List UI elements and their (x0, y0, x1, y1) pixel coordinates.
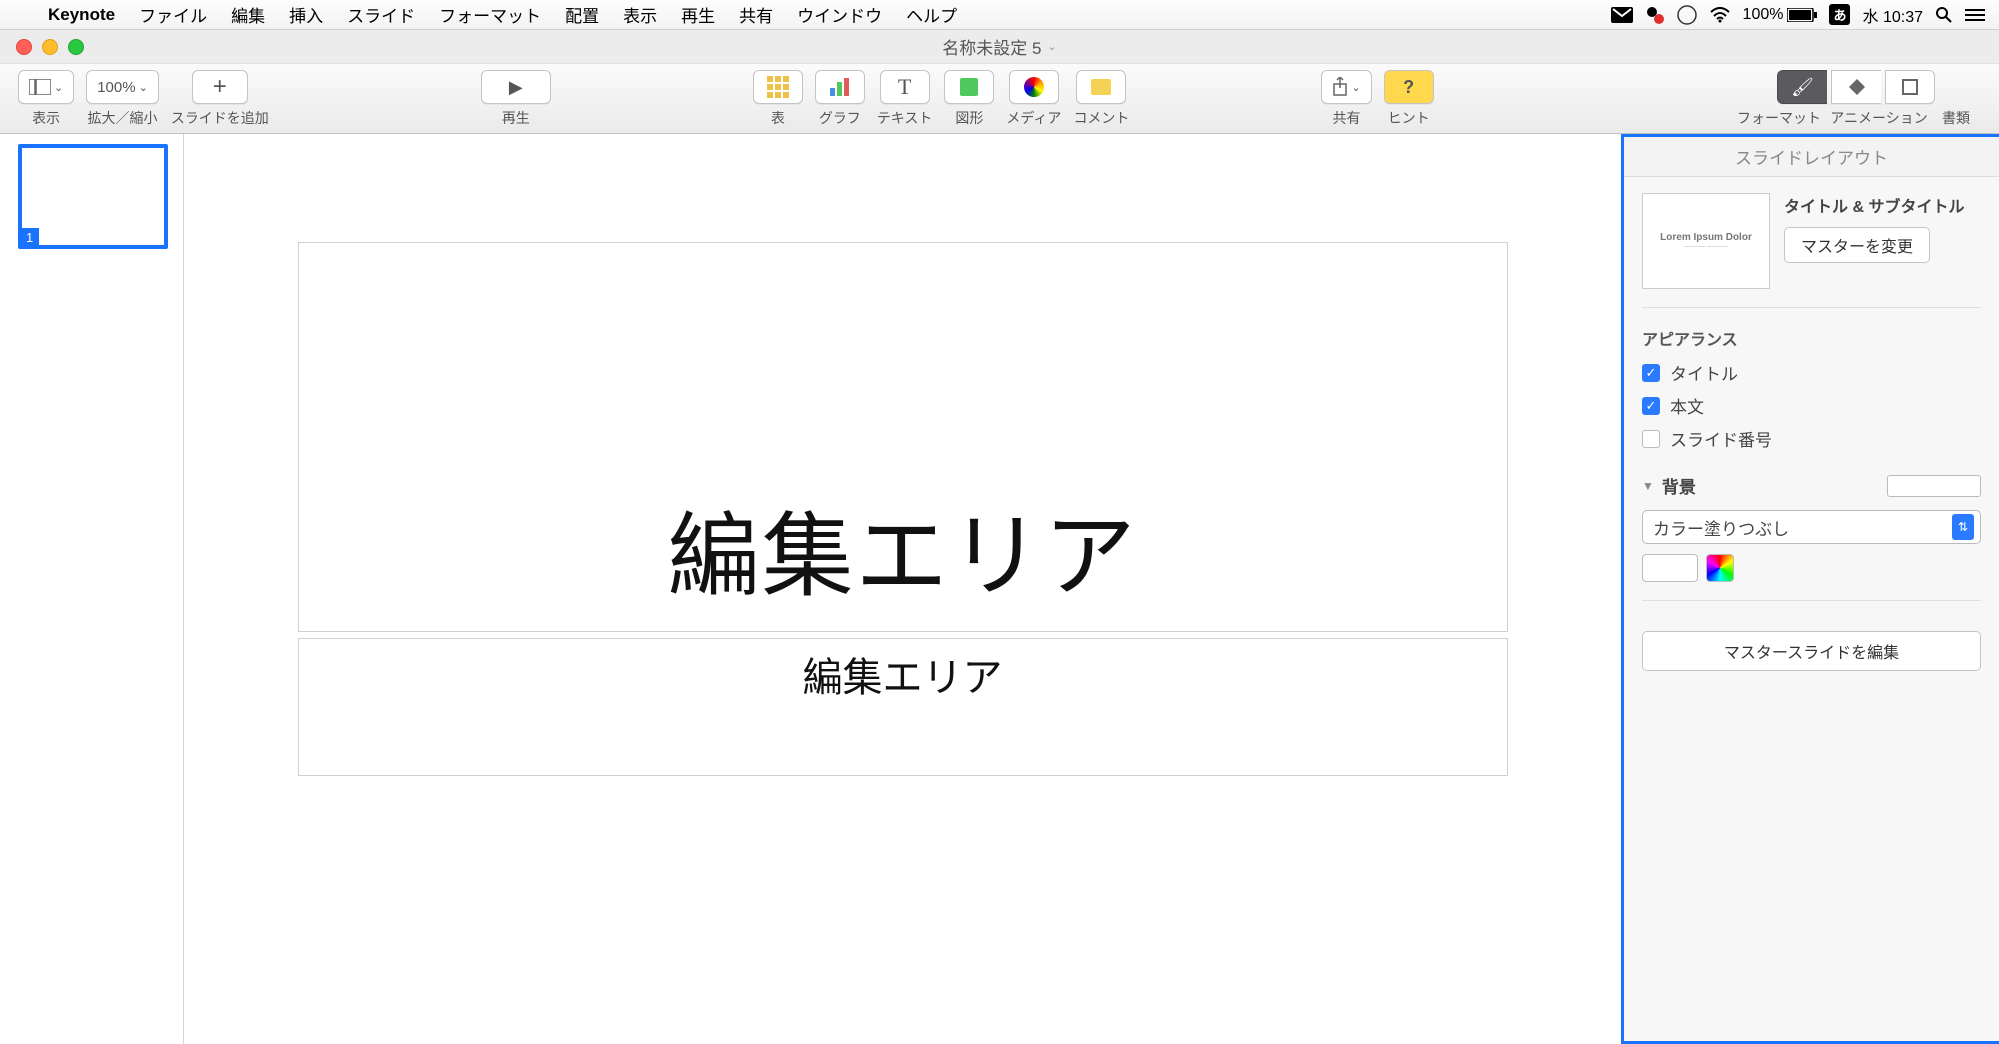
menu-help[interactable]: ヘルプ (894, 2, 969, 27)
gmail-icon[interactable] (1611, 7, 1633, 23)
play-button[interactable]: ▶ (481, 70, 551, 104)
format-inspector: スライドレイアウト Lorem Ipsum Dolor ——— ——— タイトル… (1621, 134, 1999, 1044)
menu-slide[interactable]: スライド (335, 2, 427, 27)
safari-icon[interactable] (1677, 5, 1697, 25)
shape-button[interactable] (944, 70, 994, 104)
menu-share[interactable]: 共有 (727, 2, 785, 27)
table-label: 表 (771, 108, 785, 128)
body-checkbox-label: 本文 (1670, 393, 1704, 418)
slide[interactable]: 編集エリア 編集エリア (298, 162, 1508, 842)
animation-label: アニメーション (1827, 108, 1931, 128)
chevron-down-icon: ⌄ (1047, 40, 1056, 53)
window-titlebar: 名称未設定 5⌄ (0, 30, 1999, 64)
menu-format[interactable]: フォーマット (427, 2, 553, 27)
menu-view[interactable]: 表示 (611, 2, 669, 27)
format-label: フォーマット (1731, 108, 1827, 128)
add-slide-button[interactable]: + (192, 70, 248, 104)
slide-number-checkbox-label: スライド番号 (1670, 426, 1772, 451)
fill-type-value: カラー塗りつぶし (1653, 515, 1789, 540)
background-swatch[interactable] (1887, 475, 1981, 497)
minimize-window-button[interactable] (42, 39, 58, 55)
title-text: 編集エリア (667, 482, 1137, 615)
mac-menubar: Keynote ファイル 編集 挿入 スライド フォーマット 配置 表示 再生 … (0, 0, 1999, 30)
layout-name: タイトル & サブタイトル (1784, 193, 1981, 217)
menu-play[interactable]: 再生 (669, 2, 727, 27)
wifi-icon[interactable] (1709, 7, 1731, 23)
toolbar: ⌄ 表示 100%⌄ 拡大／縮小 + スライドを追加 ▶ 再生 表 グラフ T … (0, 64, 1999, 134)
layout-thumbnail: Lorem Ipsum Dolor ——— ——— (1642, 193, 1770, 289)
slide-number: 1 (20, 228, 39, 247)
menu-arrange[interactable]: 配置 (553, 2, 611, 27)
battery-status[interactable]: 100% (1743, 6, 1818, 24)
document-tab[interactable] (1885, 70, 1935, 104)
text-label: テキスト (877, 108, 933, 128)
menu-file[interactable]: ファイル (127, 2, 219, 27)
media-button[interactable] (1009, 70, 1059, 104)
fill-type-select[interactable]: カラー塗りつぶし ⇅ (1642, 510, 1981, 544)
slide-number-checkbox[interactable] (1642, 430, 1660, 448)
chart-icon (830, 78, 849, 96)
media-label: メディア (1006, 108, 1061, 128)
title-placeholder[interactable]: 編集エリア (298, 242, 1508, 632)
add-slide-label: スライドを追加 (171, 108, 269, 128)
media-icon (1024, 77, 1044, 97)
subtitle-placeholder[interactable]: 編集エリア (298, 638, 1508, 776)
paintbrush-icon: 🖌 (1791, 77, 1814, 98)
slide-navigator: 1 (0, 134, 184, 1044)
menubar-clock[interactable]: 水 10:37 (1862, 3, 1923, 27)
view-button[interactable]: ⌄ (18, 70, 74, 104)
panel-header: スライドレイアウト (1624, 137, 1999, 177)
comment-button[interactable] (1076, 70, 1126, 104)
color-wheel-button[interactable] (1706, 554, 1734, 582)
title-checkbox[interactable]: ✓ (1642, 364, 1660, 382)
hint-label: ヒント (1388, 108, 1430, 128)
format-tab[interactable]: 🖌 (1777, 70, 1827, 104)
disclosure-triangle-icon[interactable]: ▼ (1642, 479, 1654, 493)
text-button[interactable]: T (880, 70, 930, 104)
menu-list-icon[interactable] (1965, 8, 1985, 22)
menu-insert[interactable]: 挿入 (277, 2, 335, 27)
menu-window[interactable]: ウインドウ (785, 2, 894, 27)
table-button[interactable] (753, 70, 803, 104)
zoom-label: 拡大／縮小 (88, 108, 158, 128)
comment-label: コメント (1073, 108, 1129, 128)
play-label: 再生 (502, 108, 530, 128)
chart-button[interactable] (815, 70, 865, 104)
subtitle-text: 編集エリア (803, 645, 1003, 703)
appearance-section: アピアランス (1642, 326, 1981, 350)
comment-icon (1091, 79, 1111, 95)
edit-master-slide-button[interactable]: マスタースライドを編集 (1642, 631, 1981, 671)
table-icon (767, 76, 789, 98)
animation-tab[interactable] (1831, 70, 1881, 104)
title-checkbox-label: タイトル (1670, 360, 1738, 385)
document-label: 書類 (1931, 108, 1981, 128)
hint-button[interactable]: ? (1384, 70, 1434, 104)
battery-percent: 100% (1743, 6, 1784, 24)
app-menu[interactable]: Keynote (36, 5, 127, 25)
share-button[interactable]: ⌄ (1321, 70, 1371, 104)
background-section: 背景 (1662, 473, 1696, 498)
change-master-button[interactable]: マスターを変更 (1784, 227, 1930, 263)
select-stepper-icon: ⇅ (1952, 514, 1974, 540)
spotlight-icon[interactable] (1935, 6, 1953, 24)
input-source[interactable]: あ (1829, 4, 1850, 25)
slide-canvas-area: 編集エリア 編集エリア (184, 134, 1621, 1044)
document-title[interactable]: 名称未設定 5⌄ (942, 34, 1056, 59)
zoom-button[interactable]: 100%⌄ (86, 70, 159, 104)
chart-label: グラフ (819, 108, 861, 128)
shape-icon (960, 78, 978, 96)
body-checkbox[interactable]: ✓ (1642, 397, 1660, 415)
fill-color-well[interactable] (1642, 554, 1698, 582)
view-label: 表示 (32, 108, 60, 128)
share-label: 共有 (1333, 108, 1361, 128)
status-icon[interactable] (1645, 5, 1665, 25)
shape-label: 図形 (955, 108, 983, 128)
close-window-button[interactable] (16, 39, 32, 55)
menu-edit[interactable]: 編集 (219, 2, 277, 27)
zoom-window-button[interactable] (68, 39, 84, 55)
slide-thumbnail-1[interactable]: 1 (18, 144, 168, 249)
